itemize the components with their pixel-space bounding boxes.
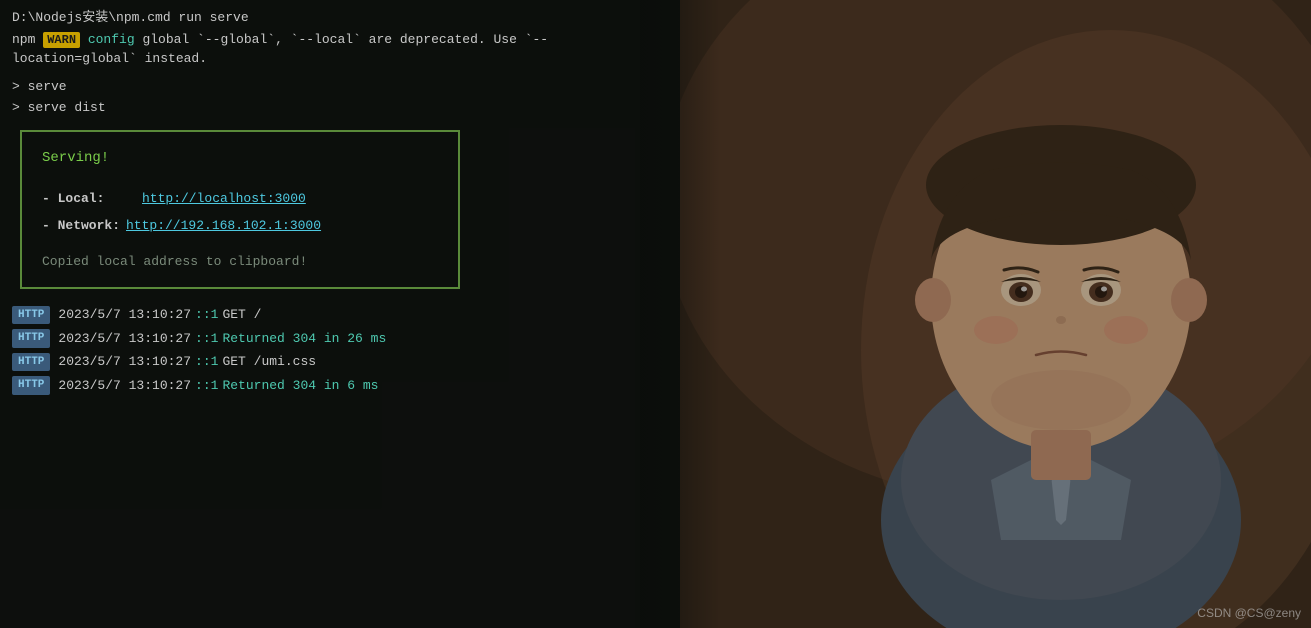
watermark: CSDN @CS@zeny [1197,606,1301,620]
copied-text: Copied local address to clipboard! [42,252,438,272]
serving-title: Serving! [42,148,438,169]
cmd-line: D:\Nodejs安装\npm.cmd run serve [12,8,668,28]
http-ts-4: 2023/5/7 13:10:27 [58,376,191,396]
http-req-3: GET /umi.css [222,352,316,372]
cmd-text: D:\Nodejs安装\npm.cmd run serve [12,10,249,25]
warn-line: npm WARN config global `--global`, `--lo… [12,30,668,69]
terminal-content: D:\Nodejs安装\npm.cmd run serve npm WARN c… [12,8,668,395]
http-badge-3: HTTP [12,353,50,372]
http-ret-2: Returned 304 in 26 ms [222,329,386,349]
serving-box: Serving! - Local: http://localhost:3000 … [20,130,460,290]
serve-line-1: > serve [12,77,668,97]
warn-badge: WARN [43,32,80,48]
http-line-1: HTTP 2023/5/7 13:10:27 ::1 GET / [12,305,668,325]
http-addr-3: ::1 [195,352,218,372]
network-row: - Network: http://192.168.102.1:3000 [42,216,438,236]
http-badge-1: HTTP [12,306,50,325]
blend-overlay [640,0,720,628]
warn-prefix: npm [12,32,43,47]
http-badge-4: HTTP [12,376,50,395]
local-url[interactable]: http://localhost:3000 [142,189,306,209]
http-req-1: GET / [222,305,261,325]
terminal-window: D:\Nodejs安装\npm.cmd run serve npm WARN c… [0,0,680,628]
http-badge-2: HTTP [12,329,50,348]
http-ts-1: 2023/5/7 13:10:27 [58,305,191,325]
network-label: - Network: [42,216,122,236]
http-addr-4: ::1 [195,376,218,396]
http-log: HTTP 2023/5/7 13:10:27 ::1 GET / HTTP 20… [12,305,668,395]
http-line-2: HTTP 2023/5/7 13:10:27 ::1 Returned 304 … [12,329,668,349]
http-ts-2: 2023/5/7 13:10:27 [58,329,191,349]
http-line-3: HTTP 2023/5/7 13:10:27 ::1 GET /umi.css [12,352,668,372]
http-line-4: HTTP 2023/5/7 13:10:27 ::1 Returned 304 … [12,376,668,396]
serve-line-2: > serve dist [12,98,668,118]
network-url[interactable]: http://192.168.102.1:3000 [126,216,321,236]
http-ts-3: 2023/5/7 13:10:27 [58,352,191,372]
anime-background [680,0,1311,628]
local-row: - Local: http://localhost:3000 [42,189,438,209]
warn-config: config [80,32,135,47]
http-addr-1: ::1 [195,305,218,325]
http-addr-2: ::1 [195,329,218,349]
local-label: - Local: [42,189,122,209]
http-ret-4: Returned 304 in 6 ms [222,376,378,396]
